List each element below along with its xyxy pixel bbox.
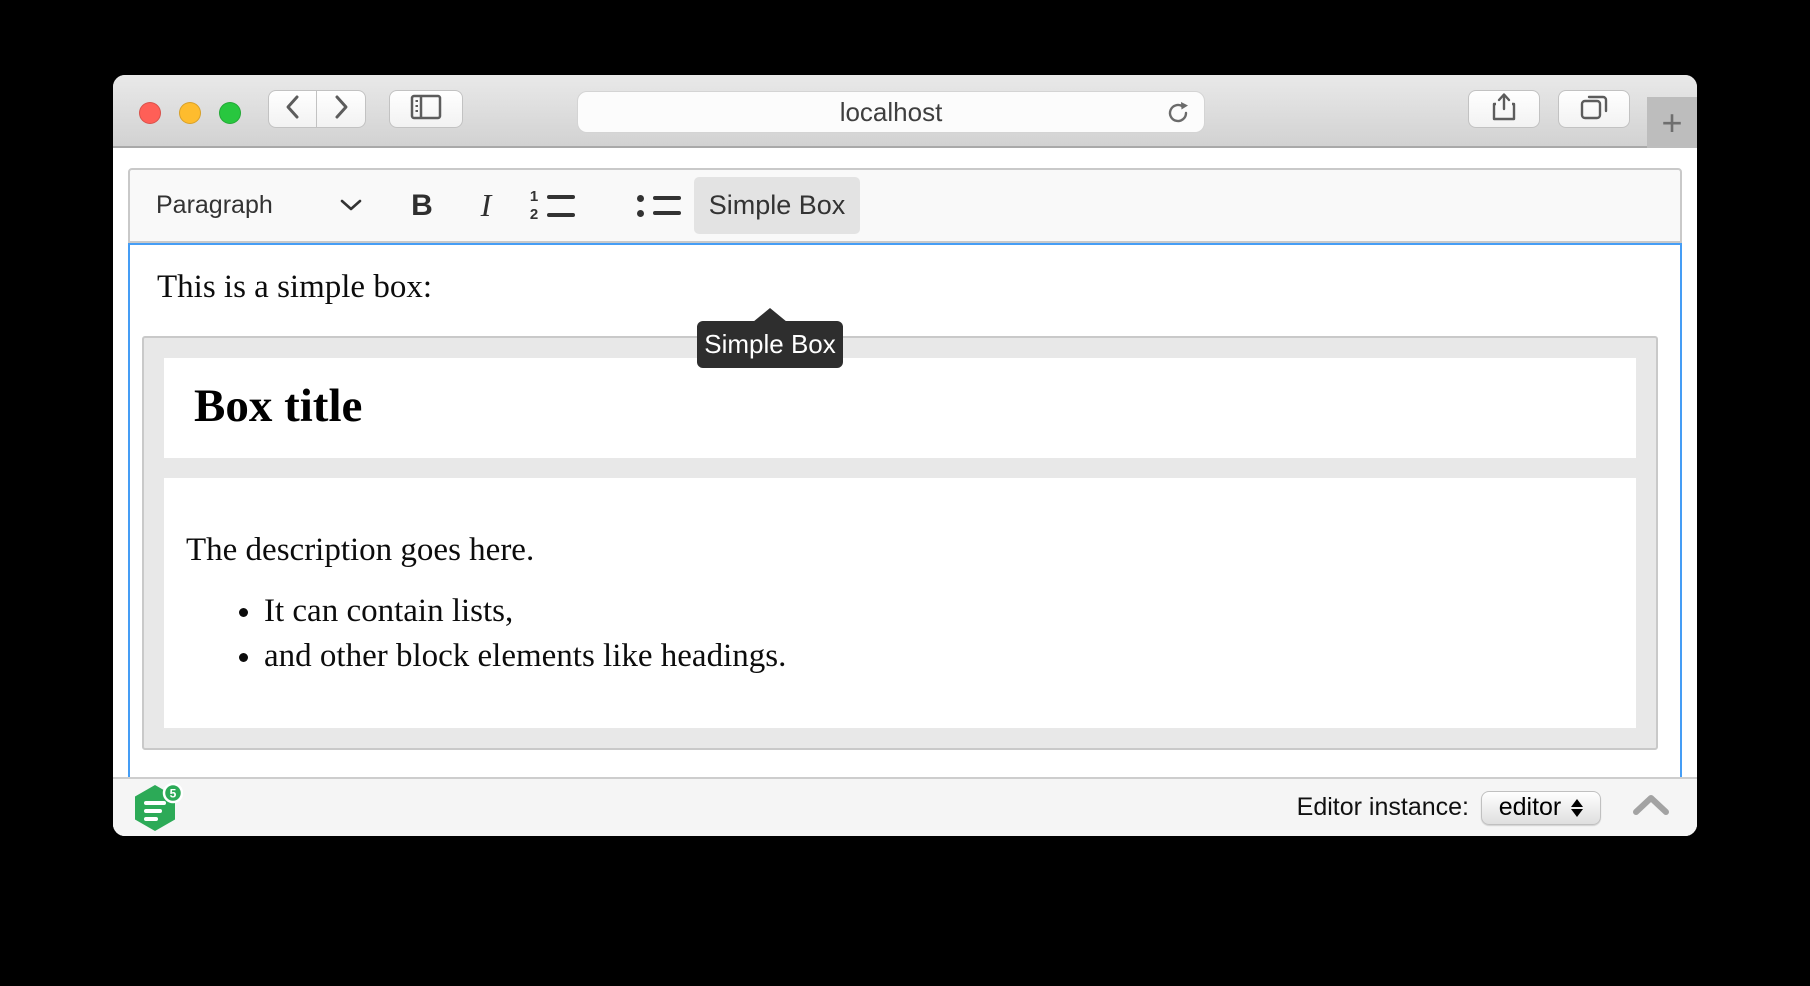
ckeditor-logo-icon: 5	[131, 782, 183, 834]
share-upload-icon	[1491, 92, 1517, 127]
collapse-button[interactable]	[1631, 792, 1671, 823]
browser-window: localhost	[113, 75, 1697, 836]
simple-box-title-field[interactable]: Box title	[164, 358, 1636, 458]
tooltip-text: Simple Box	[704, 329, 836, 360]
chevron-down-icon	[338, 191, 364, 220]
editor-instance-select[interactable]: editor	[1481, 791, 1601, 825]
reload-icon[interactable]	[1164, 99, 1192, 134]
list-item: and other block elements like headings.	[264, 638, 1606, 675]
traffic-lights	[139, 102, 241, 124]
simple-box-widget[interactable]: Box title The description goes here. It …	[142, 336, 1658, 750]
simple-box-description-text: The description goes here.	[186, 532, 1606, 569]
footer-bar: 5 Editor instance: editor	[113, 777, 1697, 836]
back-button[interactable]	[268, 90, 317, 128]
simple-box-tooltip: Simple Box	[697, 321, 843, 368]
numbered-list-icon: 1	[529, 192, 575, 202]
address-bar[interactable]: localhost	[577, 91, 1205, 133]
chevron-up-icon	[1631, 792, 1671, 823]
chevron-right-icon	[330, 93, 352, 126]
forward-button[interactable]	[317, 90, 366, 128]
tab-overview-button[interactable]	[1558, 90, 1630, 128]
sidebar-panel-icon	[410, 94, 442, 125]
share-button[interactable]	[1468, 90, 1540, 128]
logo-badge: 5	[170, 786, 177, 800]
editor-toolbar: Paragraph B I 1 2	[128, 168, 1682, 243]
italic-button[interactable]: I	[464, 178, 508, 234]
numbered-list-button[interactable]: 1 2	[526, 178, 578, 234]
simple-box-button[interactable]: Simple Box	[694, 177, 860, 234]
simple-box-description-field[interactable]: The description goes here. It can contai…	[164, 478, 1636, 728]
address-bar-url: localhost	[840, 97, 943, 128]
editor-paragraph: This is a simple box:	[157, 269, 1680, 306]
simple-box-list: It can contain lists, and other block el…	[186, 593, 1606, 675]
list-item: It can contain lists,	[264, 593, 1606, 630]
heading-dropdown-value: Paragraph	[156, 191, 273, 220]
simple-box-title-text: Box title	[194, 382, 1636, 431]
chevron-left-icon	[282, 93, 304, 126]
select-arrows-icon	[1571, 799, 1583, 817]
italic-icon: I	[481, 187, 492, 224]
simple-box-button-label: Simple Box	[709, 190, 846, 221]
editor-instance-value: editor	[1499, 793, 1562, 822]
minimize-window-button[interactable]	[179, 102, 201, 124]
bold-icon: B	[411, 189, 433, 223]
editor-instance-label: Editor instance:	[1297, 793, 1469, 822]
editor-editable-area[interactable]: This is a simple box: Box title The desc…	[128, 243, 1682, 777]
tab-overview-icon	[1579, 93, 1609, 126]
bulleted-list-icon	[636, 195, 681, 202]
page-content: Paragraph B I 1 2	[113, 148, 1697, 836]
sidebar-toggle-button[interactable]	[389, 90, 463, 128]
heading-dropdown[interactable]: Paragraph	[144, 178, 376, 234]
plus-icon: +	[1661, 105, 1682, 141]
new-tab-button[interactable]: +	[1647, 97, 1697, 148]
tooltip-arrow	[753, 308, 787, 322]
browser-titlebar: localhost	[113, 75, 1697, 148]
bulleted-list-button[interactable]	[632, 178, 684, 234]
footer-controls: Editor instance: editor	[1297, 791, 1671, 825]
bold-button[interactable]: B	[400, 178, 444, 234]
close-window-button[interactable]	[139, 102, 161, 124]
zoom-window-button[interactable]	[219, 102, 241, 124]
